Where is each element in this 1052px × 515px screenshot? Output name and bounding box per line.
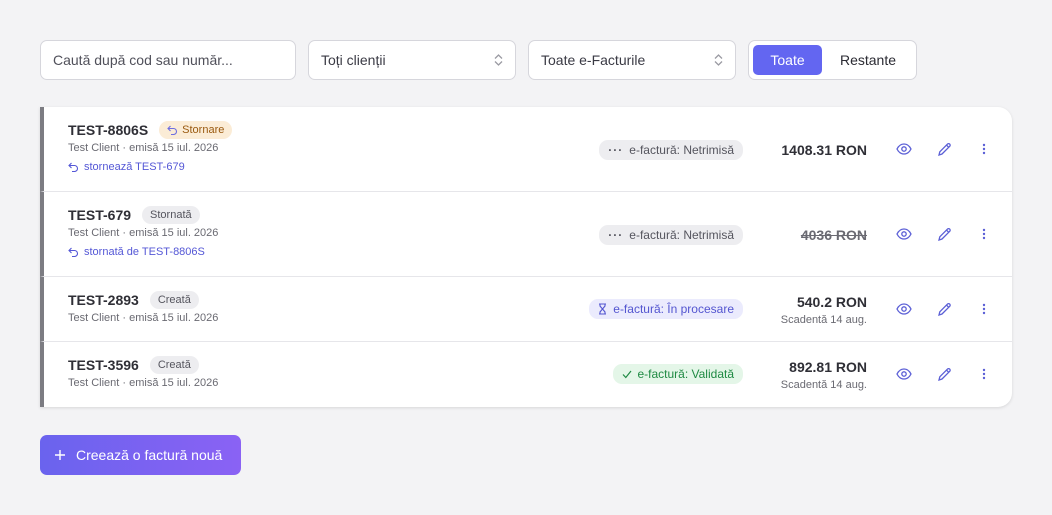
view-button[interactable] (892, 222, 916, 246)
related-invoice-label: stornată de TEST-8806S (84, 246, 205, 258)
view-button[interactable] (892, 362, 916, 386)
segment-all-button[interactable]: Toate (753, 45, 822, 75)
status-badge-label: Stornată (150, 209, 192, 221)
view-button[interactable] (892, 137, 916, 161)
efactura-status-pill: ··· e-factură: Netrimisă (599, 225, 743, 245)
row-actions (892, 137, 996, 161)
invoice-amount: 1408.31 RON (781, 142, 867, 158)
more-button[interactable] (972, 137, 996, 161)
invoice-number: TEST-2893 (68, 292, 139, 308)
pencil-icon (937, 227, 951, 241)
eye-icon (896, 143, 912, 155)
create-invoice-label: Creează o factură nouă (76, 447, 223, 463)
pencil-icon (937, 302, 951, 316)
efactura-status-label: e-factură: În procesare (613, 302, 734, 316)
invoice-info: TEST-3596 Creată Test Client · emisă 15 … (68, 356, 218, 389)
invoice-row[interactable]: TEST-2893 Creată Test Client · emisă 15 … (40, 277, 1012, 342)
invoice-amount-block: 540.2 RON Scadentă 14 aug. (781, 294, 867, 326)
view-button[interactable] (892, 297, 916, 321)
invoice-meta: Test Client · emisă 15 iul. 2026 (68, 142, 219, 154)
efactura-select[interactable]: Toate e-Facturile (528, 40, 736, 80)
invoice-info: TEST-8806S Stornare Test Client · emisă … (68, 121, 233, 173)
hourglass-icon (599, 303, 607, 315)
more-vertical-icon (982, 303, 986, 315)
invoice-amount-block: 892.81 RON Scadentă 14 aug. (781, 359, 867, 391)
client-select[interactable]: Toți clienții (308, 40, 516, 80)
status-badge: Creată (149, 291, 199, 309)
more-button[interactable] (972, 297, 996, 321)
efactura-status-pill: e-factură: În procesare (589, 299, 743, 319)
efactura-status-pill: ··· e-factură: Netrimisă (599, 140, 743, 160)
filter-bar: Toți clienții Toate e-Facturile Toate Re… (40, 40, 917, 80)
row-actions (892, 222, 996, 246)
related-invoice-link[interactable]: stornată de TEST-8806S (68, 246, 218, 258)
efactura-status-label: e-factură: Netrimisă (629, 143, 734, 157)
invoice-row[interactable]: TEST-3596 Creată Test Client · emisă 15 … (40, 342, 1012, 407)
undo-icon (68, 247, 78, 257)
status-badge-label: Stornare (182, 124, 225, 136)
status-badge: Creată (149, 356, 199, 374)
invoice-amount-block: 1408.31 RON (781, 142, 867, 158)
edit-button[interactable] (932, 297, 956, 321)
invoice-amount-block: 4036 RON (801, 227, 867, 243)
invoice-number: TEST-3596 (68, 357, 139, 373)
invoice-meta: Test Client · emisă 15 iul. 2026 (68, 227, 219, 239)
due-date: Scadentă 14 aug. (780, 379, 867, 391)
search-field[interactable] (40, 40, 296, 80)
eye-icon (896, 368, 912, 380)
related-invoice-label: stornează TEST-679 (84, 161, 185, 173)
edit-button[interactable] (932, 137, 956, 161)
eye-icon (896, 303, 912, 315)
segment-overdue-button[interactable]: Restante (826, 45, 910, 75)
check-icon (622, 370, 631, 378)
invoice-row[interactable]: TEST-679 Stornată Test Client · emisă 15… (40, 192, 1012, 277)
row-actions (892, 362, 996, 386)
status-badge-label: Creată (157, 359, 191, 371)
efactura-status-label: e-factură: Validată (637, 367, 735, 381)
undo-icon (167, 125, 178, 135)
client-select-value: Toți clienții (321, 52, 386, 68)
invoice-meta: Test Client · emisă 15 iul. 2026 (68, 377, 219, 389)
search-input[interactable] (53, 52, 283, 68)
invoice-row[interactable]: TEST-8806S Stornare Test Client · emisă … (40, 107, 1012, 192)
more-button[interactable] (972, 362, 996, 386)
ellipsis-icon: ··· (608, 143, 624, 157)
invoice-info: TEST-2893 Creată Test Client · emisă 15 … (68, 291, 218, 324)
status-badge: Stornată (142, 206, 200, 224)
chevron-up-down-icon (714, 54, 723, 66)
ellipsis-icon: ··· (608, 228, 624, 242)
status-badge: Stornare (159, 121, 233, 139)
invoice-amount: 892.81 RON (789, 359, 867, 375)
more-vertical-icon (982, 143, 986, 155)
related-invoice-link[interactable]: stornează TEST-679 (68, 161, 232, 173)
invoices-panel: Toți clienții Toate e-Facturile Toate Re… (0, 0, 1012, 478)
more-button[interactable] (972, 222, 996, 246)
efactura-select-value: Toate e-Facturile (541, 52, 646, 68)
more-vertical-icon (982, 368, 986, 380)
status-segmented-control: Toate Restante (748, 40, 917, 80)
edit-button[interactable] (932, 222, 956, 246)
invoice-amount: 540.2 RON (796, 294, 867, 310)
invoice-amount: 4036 RON (800, 227, 867, 243)
invoice-info: TEST-679 Stornată Test Client · emisă 15… (68, 206, 218, 258)
eye-icon (896, 228, 912, 240)
invoice-number: TEST-679 (68, 207, 132, 223)
undo-icon (68, 162, 78, 172)
invoice-number: TEST-8806S (68, 122, 149, 138)
efactura-status-pill: e-factură: Validată (612, 364, 743, 384)
edit-button[interactable] (932, 362, 956, 386)
pencil-icon (937, 142, 951, 156)
pencil-icon (937, 367, 951, 381)
invoice-list: TEST-8806S Stornare Test Client · emisă … (40, 107, 1012, 407)
efactura-status-label: e-factură: Netrimisă (629, 228, 734, 242)
invoice-meta: Test Client · emisă 15 iul. 2026 (68, 312, 219, 324)
due-date: Scadentă 14 aug. (780, 314, 867, 326)
row-actions (892, 297, 996, 321)
more-vertical-icon (982, 228, 986, 240)
status-badge-label: Creată (157, 294, 191, 306)
create-invoice-button[interactable]: Creează o factură nouă (40, 435, 241, 475)
chevron-up-down-icon (494, 54, 503, 66)
plus-icon (55, 450, 65, 460)
